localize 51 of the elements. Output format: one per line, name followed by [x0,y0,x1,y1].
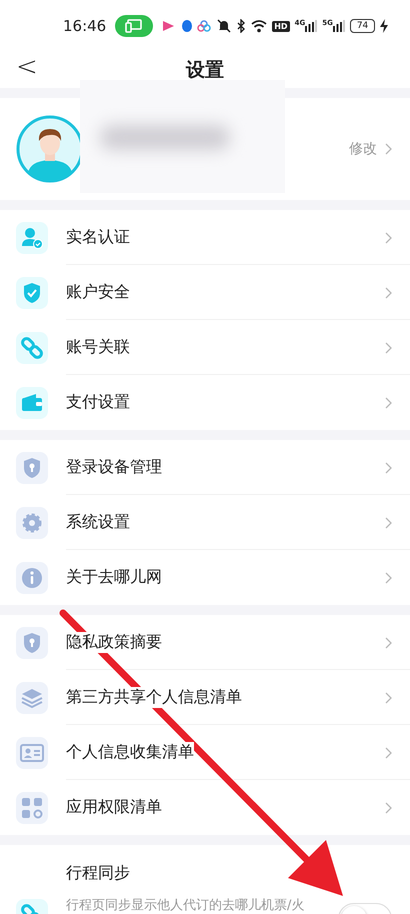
chevron-icon [385,802,392,814]
item-label: 第三方共享个人信息清单 [66,687,242,708]
shield-icon [16,276,48,308]
settings-item[interactable]: 关于去哪儿网 [0,550,410,605]
idcard-icon [16,736,48,768]
chevron-icon [385,143,392,155]
shieldkey-icon [16,452,48,484]
settings-item[interactable]: 应用权限清单 [0,780,410,835]
apps-icon [16,792,48,824]
screen-cast-icon [115,15,154,37]
layers-icon [16,682,48,714]
chevron-icon [385,462,392,474]
battery-level: 74 [350,19,376,33]
settings-item[interactable]: 隐私政策摘要 [0,615,410,670]
wifi-icon [251,19,268,33]
item-label: 行程同步 [66,863,131,884]
bluetooth-icon [236,19,246,33]
settings-item[interactable]: 个人信息收集清单 [0,725,410,780]
wallet-icon [16,386,48,418]
chevron-icon [385,516,392,528]
chevron-icon [385,342,392,354]
signal-icon [332,20,345,32]
item-label: 隐私政策摘要 [66,632,162,653]
settings-item[interactable]: 实名认证 [0,210,410,265]
shieldkey-icon [16,626,48,658]
person-icon [16,222,48,254]
settings-item[interactable]: 第三方共享个人信息清单 [0,670,410,725]
mute-icon [217,19,232,33]
chevron-icon [385,746,392,758]
status-time: 16:46 [63,17,106,35]
link-icon [16,332,48,364]
settings-item[interactable]: 登录设备管理 [0,440,410,495]
settings-item[interactable]: 系统设置 [0,495,410,550]
settings-item[interactable]: 账户安全 [0,265,410,320]
back-button[interactable]: < [12,52,42,82]
chevron-icon [385,572,392,584]
chevron-icon [385,692,392,704]
info-icon [16,562,48,594]
page-title: 设置 [186,58,224,83]
charging-icon [380,19,388,33]
hd-badge: HD [272,20,290,32]
app-icons [162,19,212,33]
chevron-icon [385,396,392,408]
signal-icon [305,20,318,32]
chevron-icon [385,286,392,298]
settings-item[interactable]: 账号关联 [0,320,410,375]
gear-icon [16,506,48,538]
chevron-icon [385,636,392,648]
settings-item[interactable]: 支付设置 [0,375,410,430]
item-description: 行程页同步显示他人代订的去哪儿机票/火 [66,897,306,914]
chevron-icon [385,232,392,244]
